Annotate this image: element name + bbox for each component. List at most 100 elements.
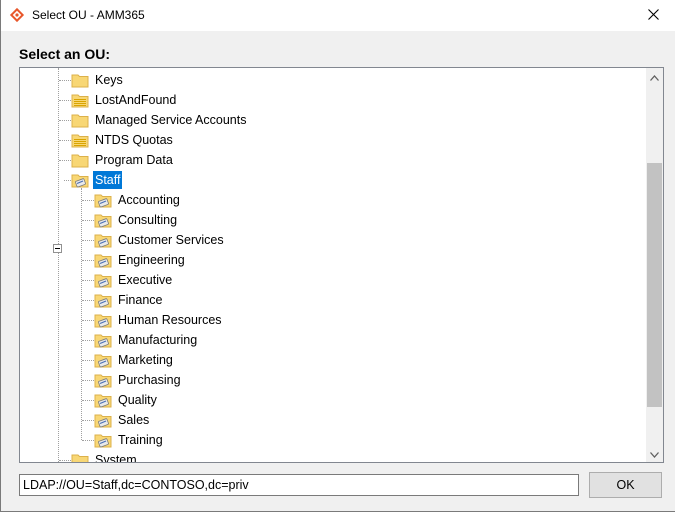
container-folder-icon bbox=[71, 132, 89, 148]
folder-icon bbox=[71, 112, 89, 128]
tree-item[interactable]: Engineering bbox=[94, 250, 187, 270]
ou-folder-icon bbox=[94, 292, 112, 308]
tree-item-label: Training bbox=[118, 433, 163, 447]
tree-guide-line bbox=[59, 140, 71, 141]
ou-folder-icon bbox=[94, 432, 112, 448]
folder-icon bbox=[71, 72, 89, 88]
close-button[interactable] bbox=[630, 0, 675, 31]
tree-item-label: Purchasing bbox=[118, 373, 181, 387]
tree-item[interactable]: System bbox=[71, 450, 139, 462]
tree-item-label: Keys bbox=[95, 73, 123, 87]
tree-item-label: LostAndFound bbox=[95, 93, 177, 107]
tree-guide-line bbox=[82, 360, 94, 361]
ou-folder-icon bbox=[94, 192, 112, 208]
tree-item-label: Managed Service Accounts bbox=[95, 113, 247, 127]
tree-item[interactable]: Purchasing bbox=[94, 370, 183, 390]
tree-guide-line bbox=[59, 120, 71, 121]
tree-content: Keys LostAndFound Managed Service Accounts… bbox=[20, 68, 645, 462]
tree-item-label: Manufacturing bbox=[118, 333, 198, 347]
tree-guide-line bbox=[82, 240, 94, 241]
chevron-down-icon bbox=[650, 447, 659, 461]
tree-guide-line bbox=[82, 260, 94, 261]
ou-folder-icon bbox=[94, 312, 112, 328]
tree-item[interactable]: Marketing bbox=[94, 350, 175, 370]
tree-guide-line bbox=[82, 400, 94, 401]
tree-item-label: Human Resources bbox=[118, 313, 222, 327]
tree-item[interactable]: Customer Services bbox=[94, 230, 226, 250]
folder-icon bbox=[71, 452, 89, 462]
ou-folder-icon bbox=[94, 352, 112, 368]
tree-item-label: Accounting bbox=[118, 193, 180, 207]
title-bar: Select OU - AMM365 bbox=[1, 0, 675, 31]
tree-item[interactable]: Executive bbox=[94, 270, 174, 290]
tree-guide-line bbox=[59, 100, 71, 101]
tree-guide-line bbox=[82, 440, 94, 441]
tree-guide-line bbox=[82, 340, 94, 341]
tree-guide-line bbox=[64, 180, 71, 181]
tree-guide-line bbox=[82, 320, 94, 321]
ou-folder-icon bbox=[94, 392, 112, 408]
tree-item[interactable]: Quality bbox=[94, 390, 159, 410]
window-title: Select OU - AMM365 bbox=[32, 8, 145, 22]
tree-guide-line bbox=[82, 220, 94, 221]
vertical-scrollbar[interactable] bbox=[646, 68, 663, 462]
tree-item-label: Customer Services bbox=[118, 233, 224, 247]
ou-folder-icon bbox=[94, 372, 112, 388]
tree-item-label: Engineering bbox=[118, 253, 185, 267]
app-logo-icon bbox=[9, 7, 25, 23]
ou-folder-icon bbox=[94, 252, 112, 268]
tree-item[interactable]: Managed Service Accounts bbox=[71, 110, 248, 130]
ou-folder-icon bbox=[94, 212, 112, 228]
ou-folder-icon bbox=[71, 172, 89, 188]
ldap-path-input[interactable] bbox=[19, 474, 579, 496]
tree-guide-line bbox=[82, 420, 94, 421]
ou-tree[interactable]: Keys LostAndFound Managed Service Accounts… bbox=[19, 67, 664, 463]
tree-guide-line bbox=[82, 280, 94, 281]
tree-item[interactable]: Manufacturing bbox=[94, 330, 199, 350]
tree-item[interactable]: Finance bbox=[94, 290, 164, 310]
tree-item-label: Marketing bbox=[118, 353, 173, 367]
tree-item-label: System bbox=[95, 453, 137, 462]
ou-folder-icon bbox=[94, 272, 112, 288]
chevron-up-icon bbox=[650, 70, 659, 84]
tree-guide-line bbox=[82, 380, 94, 381]
container-folder-icon bbox=[71, 92, 89, 108]
tree-item[interactable]: Consulting bbox=[94, 210, 179, 230]
tree-item[interactable]: Training bbox=[94, 430, 165, 450]
tree-item-selected[interactable]: Staff bbox=[71, 170, 123, 190]
tree-guide-line bbox=[82, 300, 94, 301]
tree-item[interactable]: Accounting bbox=[94, 190, 182, 210]
scrollbar-thumb[interactable] bbox=[647, 163, 662, 407]
ou-folder-icon bbox=[94, 332, 112, 348]
tree-guide-line bbox=[81, 188, 82, 440]
tree-item-label: Program Data bbox=[95, 153, 173, 167]
tree-item-label: NTDS Quotas bbox=[95, 133, 173, 147]
tree-guide-line bbox=[58, 68, 59, 462]
tree-item-label: Sales bbox=[118, 413, 150, 427]
collapse-toggle[interactable] bbox=[53, 244, 62, 253]
select-ou-dialog: Select OU - AMM365 Select an OU: Keys Los… bbox=[0, 0, 675, 512]
tree-item-label: Staff bbox=[93, 171, 123, 189]
ok-button[interactable]: OK bbox=[589, 472, 662, 498]
close-icon bbox=[647, 8, 659, 23]
tree-item[interactable]: NTDS Quotas bbox=[71, 130, 175, 150]
tree-item[interactable]: Sales bbox=[94, 410, 151, 430]
scroll-down-button[interactable] bbox=[646, 445, 663, 462]
tree-guide-line bbox=[82, 200, 94, 201]
tree-item-label: Executive bbox=[118, 273, 173, 287]
tree-guide-line bbox=[59, 80, 71, 81]
tree-item[interactable]: LostAndFound bbox=[71, 90, 178, 110]
ou-folder-icon bbox=[94, 412, 112, 428]
scroll-up-button[interactable] bbox=[646, 68, 663, 85]
tree-item[interactable]: Human Resources bbox=[94, 310, 224, 330]
tree-item[interactable]: Keys bbox=[71, 70, 125, 90]
tree-item[interactable]: Program Data bbox=[71, 150, 175, 170]
tree-item-label: Consulting bbox=[118, 213, 178, 227]
dialog-heading: Select an OU: bbox=[19, 46, 111, 62]
tree-item-label: Quality bbox=[118, 393, 157, 407]
tree-item-label: Finance bbox=[118, 293, 163, 307]
folder-icon bbox=[71, 152, 89, 168]
ou-folder-icon bbox=[94, 232, 112, 248]
tree-guide-line bbox=[59, 460, 71, 461]
tree-guide-line bbox=[59, 160, 71, 161]
